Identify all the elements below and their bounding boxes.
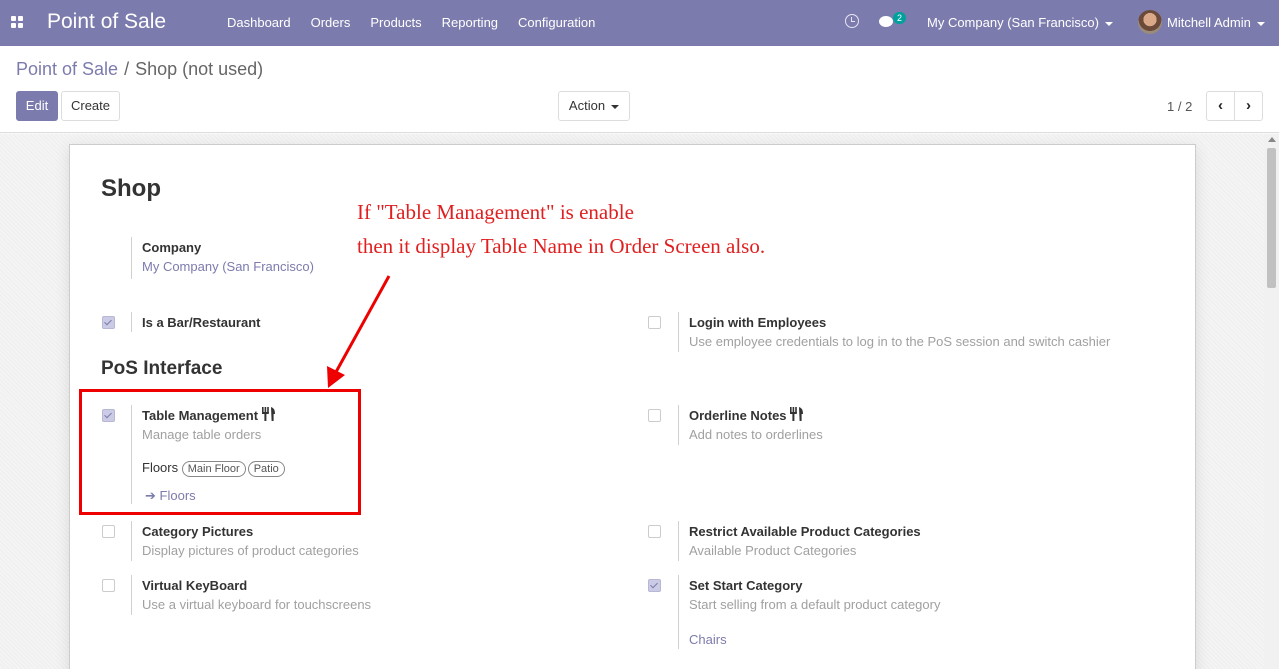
avatar[interactable] [1138,10,1162,34]
user-name: Mitchell Admin [1167,15,1251,30]
create-button[interactable]: Create [61,91,120,121]
company-value[interactable]: My Company (San Francisco) [142,259,314,274]
start-category-description: Start selling from a default product cat… [689,597,941,612]
setting-divider [678,521,679,561]
main-menu: Dashboard Orders Products Reporting Conf… [227,15,615,30]
chat-icon[interactable] [879,16,893,27]
menu-products[interactable]: Products [370,15,421,30]
section-title: PoS Interface [101,358,223,379]
company-label: Company [142,240,202,255]
menu-configuration[interactable]: Configuration [518,15,595,30]
activity-clock-icon[interactable] [845,14,859,28]
breadcrumb-current: Shop (not used) [135,59,264,79]
menu-orders[interactable]: Orders [311,15,351,30]
menu-reporting[interactable]: Reporting [442,15,498,30]
orderline-notes-label: Orderline Notes [689,408,787,423]
annotation-line-1: If "Table Management" is enable [357,200,634,224]
orderline-notes-checkbox[interactable] [648,409,661,422]
company-switcher[interactable]: My Company (San Francisco) [927,15,1113,30]
restrict-categories-label: Restrict Available Product Categories [689,524,921,539]
menu-dashboard[interactable]: Dashboard [227,15,291,30]
category-pictures-label: Category Pictures [142,524,254,539]
orderline-notes-description: Add notes to orderlines [689,427,823,442]
pager-previous-icon[interactable]: ‹ [1207,92,1235,120]
setting-divider [131,521,132,561]
restrict-categories-description: Available Product Categories [689,543,857,558]
start-category-label: Set Start Category [689,578,803,593]
setting-divider [678,312,679,352]
pager-value: 1 / 2 [1167,99,1193,114]
scroll-up-icon[interactable] [1268,137,1276,142]
scrollbar[interactable] [1264,134,1279,669]
setting-divider [678,405,679,445]
action-dropdown[interactable]: Action [558,91,630,121]
setting-divider [131,575,132,615]
annotation-line-2: then it display Table Name in Order Scre… [357,234,766,258]
virtual-keyboard-label: Virtual KeyBoard [142,578,248,593]
breadcrumb-separator: / [124,59,130,79]
chevron-down-icon [1256,21,1265,26]
breadcrumb-parent[interactable]: Point of Sale [16,59,118,79]
start-category-checkbox[interactable] [648,579,661,592]
app-title[interactable]: Point of Sale [47,10,166,34]
chat-count-badge: 2 [893,12,907,24]
scroll-thumb[interactable] [1267,148,1276,288]
virtual-keyboard-checkbox[interactable] [102,579,115,592]
category-pictures-description: Display pictures of product categories [142,543,359,558]
action-label: Action [568,98,606,113]
setting-divider [131,312,132,332]
apps-menu-icon[interactable] [11,16,23,28]
virtual-keyboard-description: Use a virtual keyboard for touchscreens [142,597,372,612]
category-pictures-checkbox[interactable] [102,525,115,538]
login-employees-label: Login with Employees [689,315,827,330]
restrict-categories-checkbox[interactable] [648,525,661,538]
start-category-value[interactable]: Chairs [689,632,727,647]
user-menu[interactable]: Mitchell Admin [1167,15,1265,30]
chevron-down-icon [611,104,620,109]
chevron-down-icon [1104,21,1113,26]
login-employees-checkbox[interactable] [648,316,661,329]
control-panel: Point of Sale / Shop (not used) Edit Creat… [0,46,1279,133]
breadcrumb: Point of Sale / Shop (not used) [16,59,263,80]
setting-divider [131,237,132,279]
pager-next-icon[interactable]: › [1235,92,1262,120]
edit-button[interactable]: Edit [16,91,58,121]
login-employees-description: Use employee credentials to log in to th… [689,334,1111,349]
bar-restaurant-label: Is a Bar/Restaurant [142,315,261,330]
top-navbar: Point of Sale Dashboard Orders Products … [0,0,1279,46]
record-title: Shop [101,175,161,202]
company-name: My Company (San Francisco) [927,15,1099,30]
setting-divider [678,575,679,649]
pager-buttons: ‹ › [1206,91,1263,121]
highlight-box [79,389,361,515]
bar-restaurant-checkbox[interactable] [102,316,115,329]
restaurant-icon [790,407,803,421]
